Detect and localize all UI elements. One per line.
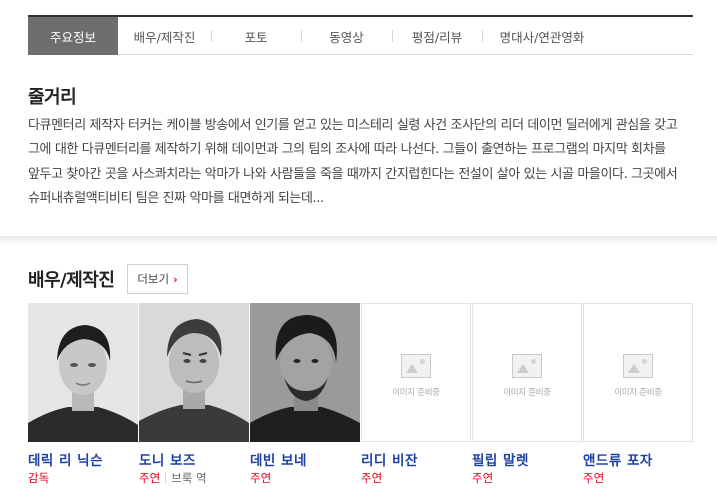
cast-name[interactable]: 데빈 보네	[250, 449, 361, 469]
cast-role: 주연	[250, 471, 272, 485]
tab-label: 포토	[244, 29, 268, 45]
cast-name[interactable]: 데릭 리 닉슨	[28, 449, 139, 469]
cast-role: 주연	[583, 471, 605, 485]
more-button-label: 더보기	[137, 272, 170, 286]
tab-video[interactable]: 동영상	[301, 17, 392, 55]
tab-photo[interactable]: 포토	[211, 17, 301, 55]
more-button[interactable]: 더보기 ›	[127, 264, 188, 294]
cast-name[interactable]: 앤드류 포자	[583, 449, 694, 469]
cast-role-line: 감독	[28, 470, 139, 486]
tab-quotes-related[interactable]: 명대사/연관영화	[482, 17, 602, 55]
section-divider	[0, 236, 717, 244]
placeholder-text: 이미지 준비중	[614, 387, 662, 398]
placeholder-text: 이미지 준비중	[503, 387, 551, 398]
cast-member[interactable]: 이미지 준비중 앤드류 포자 주연	[583, 303, 694, 486]
image-placeholder-icon	[512, 353, 542, 378]
synopsis-text: 다큐멘터리 제작자 터커는 케이블 방송에서 인기를 얻고 있는 미스테리 실령…	[28, 118, 678, 206]
tab-label: 평점/리뷰	[411, 29, 463, 45]
role-separator	[165, 473, 167, 483]
cast-role: 주연	[139, 471, 161, 485]
cast-member[interactable]: 이미지 준비중 필립 말렛 주연	[472, 303, 583, 486]
placeholder-text: 이미지 준비중	[392, 387, 440, 398]
cast-name[interactable]: 도니 보즈	[139, 449, 250, 469]
tab-label: 배우/제작진	[133, 29, 196, 45]
cast-member[interactable]: 도니 보즈 주연 브룩 역	[139, 303, 250, 486]
cast-role: 주연	[472, 471, 494, 485]
portrait-image	[139, 303, 249, 442]
cast-photo-placeholder[interactable]: 이미지 준비중	[361, 303, 471, 442]
cast-photo-placeholder[interactable]: 이미지 준비중	[472, 303, 582, 442]
cast-photo[interactable]	[139, 303, 249, 442]
image-placeholder-icon	[401, 353, 431, 378]
cast-photo[interactable]	[250, 303, 360, 442]
cast-character: 브룩 역	[171, 471, 207, 485]
cast-member[interactable]: 이미지 준비중 리디 비잔 주연	[361, 303, 472, 486]
image-placeholder-icon	[623, 353, 653, 378]
synopsis-title: 줄거리	[28, 87, 77, 108]
tab-main-info[interactable]: 주요정보	[28, 17, 118, 55]
cast-role: 주연	[361, 471, 383, 485]
tab-cast-crew[interactable]: 배우/제작진	[118, 17, 211, 55]
cast-role: 감독	[28, 471, 50, 485]
cast-role-line: 주연 브룩 역	[139, 470, 250, 486]
chevron-right-icon: ›	[173, 272, 178, 286]
tab-bar: 주요정보 배우/제작진 포토 동영상 평점/리뷰 명대사/연관영화	[28, 15, 693, 55]
cast-role-line: 주연	[472, 470, 583, 486]
cast-photo[interactable]	[28, 303, 138, 442]
cast-name[interactable]: 리디 비잔	[361, 449, 472, 469]
portrait-image	[250, 303, 360, 442]
tab-rating-review[interactable]: 평점/리뷰	[392, 17, 482, 55]
cast-photo-placeholder[interactable]: 이미지 준비중	[583, 303, 693, 442]
cast-member[interactable]: 데릭 리 닉슨 감독	[28, 303, 139, 486]
tab-label: 명대사/연관영화	[499, 29, 585, 45]
portrait-image	[28, 303, 138, 442]
cast-name[interactable]: 필립 말렛	[472, 449, 583, 469]
tab-label: 동영상	[329, 29, 364, 45]
cast-role-line: 주연	[583, 470, 694, 486]
cast-role-line: 주연	[250, 470, 361, 486]
tab-label: 주요정보	[49, 29, 96, 45]
cast-member[interactable]: 데빈 보네 주연	[250, 303, 361, 486]
cast-role-line: 주연	[361, 470, 472, 486]
cast-section-title: 배우/제작진	[28, 270, 115, 291]
cast-list: 데릭 리 닉슨 감독 도니 보즈 주연 브룩 역 데빈 보네 주연 이미지 준비…	[28, 303, 694, 486]
